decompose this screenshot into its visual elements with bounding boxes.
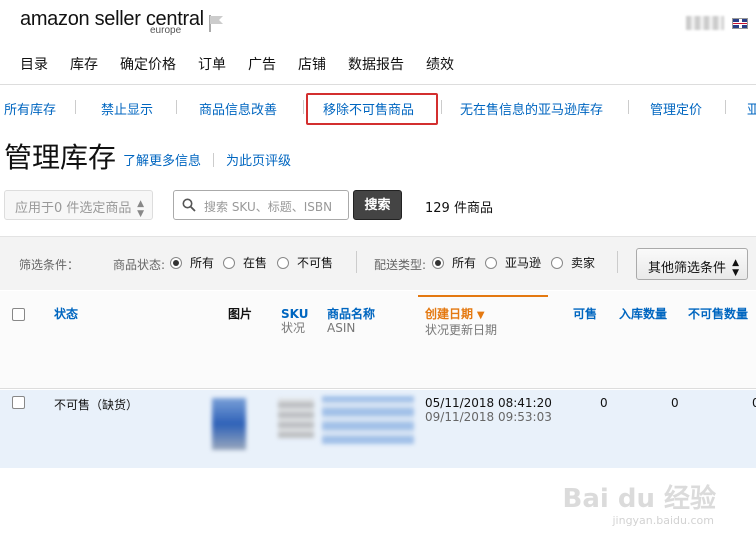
nav-advertising[interactable]: 广告 (248, 54, 276, 74)
subnav-divider (75, 100, 76, 114)
watermark-url: jingyan.baidu.com (612, 514, 714, 527)
sku-blurred (278, 398, 314, 438)
fulfill-option-all[interactable]: 所有 (432, 254, 476, 271)
sort-down-icon: ▼ (476, 310, 485, 321)
chevron-updown-icon: ▲ ▼ (732, 258, 739, 278)
fulfill-option-amazon[interactable]: 亚马逊 (485, 254, 541, 271)
watermark: Bai du 经验 (562, 484, 717, 514)
col-created-date[interactable]: 创建日期 ▼ 状况更新日期 (425, 307, 497, 337)
nav-performance[interactable]: 绩效 (426, 54, 454, 74)
fulfill-filter-label: 配送类型: (374, 258, 427, 272)
nav-pricing[interactable]: 确定价格 (120, 54, 176, 74)
logo-region: europe (150, 25, 182, 36)
subnav-stranded-inventory[interactable]: 无在售信息的亚马逊库存 (460, 99, 603, 118)
select-caret-icon: ▲ ▼ (137, 199, 144, 219)
status-option-active[interactable]: 在售 (223, 254, 267, 271)
radio-selected[interactable] (170, 256, 182, 269)
filter-divider (356, 251, 357, 273)
sort-active-indicator (418, 295, 548, 297)
amazon-logo[interactable]: amazon seller central europe (20, 8, 204, 38)
search-input[interactable]: 搜索 SKU、标题、ISBN (173, 190, 349, 220)
nav-catalog[interactable]: 目录 (20, 54, 48, 74)
more-filters-label: 其他筛选条件 (648, 261, 727, 276)
row-status: 不可售（缺货） (54, 398, 139, 412)
flag-icon[interactable] (207, 13, 225, 33)
radio-selected[interactable] (432, 256, 444, 269)
status-option-all-label: 所有 (190, 256, 215, 270)
subnav-manage-pricing[interactable]: 管理定价 (650, 99, 702, 118)
row-available: 0 (600, 396, 608, 410)
filter-bar: 筛选条件： 商品状态: 所有 在售 不可售 配送类型: 所有 亚马逊 卖家 其他… (0, 236, 756, 290)
col-unfulfillable[interactable]: 不可售数量 (688, 307, 748, 321)
nav-reports[interactable]: 数据报告 (348, 54, 404, 74)
status-option-active-label: 在售 (243, 256, 268, 270)
uk-flag-icon[interactable] (732, 17, 748, 29)
product-image-blurred[interactable] (212, 398, 246, 450)
subnav-divider (725, 100, 726, 114)
fulfill-option-seller[interactable]: 卖家 (551, 254, 595, 271)
table-header: 状态 图片 SKU 状况 商品名称 ASIN 创建日期 ▼ 状况更新日期 可售 入库数… (0, 291, 756, 389)
main-nav: 目录 库存 确定价格 订单 广告 店铺 数据报告 绩效 (0, 54, 454, 74)
highlight-annotation (306, 93, 438, 125)
subnav-more[interactable]: 亚 (747, 99, 756, 118)
rate-page-link[interactable]: 为此页评级 (226, 150, 291, 169)
nav-orders[interactable]: 订单 (198, 54, 226, 74)
item-count: 129 件商品 (425, 201, 493, 216)
filter-divider (617, 251, 618, 273)
filter-label: 筛选条件： (19, 258, 80, 272)
row-unfulfillable: 0 (752, 396, 756, 410)
col-sku[interactable]: SKU 状况 (281, 307, 308, 335)
nav-divider (0, 84, 756, 85)
status-option-all[interactable]: 所有 (170, 254, 214, 271)
fulfill-option-seller-label: 卖家 (571, 256, 596, 270)
learn-more-link[interactable]: 了解更多信息 (123, 150, 201, 169)
nav-inventory[interactable]: 库存 (70, 54, 98, 74)
product-name-blurred[interactable] (322, 396, 414, 444)
search-button[interactable]: 搜索 (353, 190, 402, 220)
nav-stores[interactable]: 店铺 (298, 54, 326, 74)
row-created-date: 05/11/2018 08:41:20 (425, 396, 552, 410)
subnav-divider (628, 100, 629, 114)
subnav-all-inventory[interactable]: 所有库存 (4, 99, 56, 118)
search-placeholder: 搜索 SKU、标题、ISBN (204, 200, 333, 214)
row-inbound: 0 (671, 396, 679, 410)
bulk-action-select[interactable]: 应用于0 件选定商品 ▲ ▼ (4, 190, 153, 220)
status-option-inactive-label: 不可售 (297, 256, 334, 270)
page-title: 管理库存 (4, 141, 117, 174)
subnav-listing-quality[interactable]: 商品信息改善 (199, 99, 277, 118)
search-icon (182, 198, 196, 212)
row-checkbox[interactable] (12, 396, 25, 409)
col-status[interactable]: 状态 (54, 307, 78, 321)
radio-unselected[interactable] (277, 256, 289, 269)
fulfill-option-amazon-label: 亚马逊 (505, 256, 542, 270)
link-divider (213, 152, 215, 167)
col-inbound[interactable]: 入库数量 (619, 307, 667, 321)
account-name-blurred[interactable] (686, 16, 724, 30)
account-area (686, 16, 748, 30)
title-links: 了解更多信息 为此页评级 (123, 150, 291, 169)
more-filters-button[interactable]: 其他筛选条件 ▲ ▼ (636, 248, 748, 280)
col-available[interactable]: 可售 (573, 307, 597, 321)
row-updated-date: 09/11/2018 09:53:03 (425, 410, 552, 424)
subnav-suppressed[interactable]: 禁止显示 (101, 99, 153, 118)
col-name[interactable]: 商品名称 ASIN (327, 307, 375, 335)
subnav-divider (303, 100, 304, 114)
radio-unselected[interactable] (223, 256, 235, 269)
col-image: 图片 (228, 307, 253, 321)
status-option-inactive[interactable]: 不可售 (277, 254, 333, 271)
table-row: 不可售（缺货） 05/11/2018 08:41:20 09/11/2018 0… (0, 390, 756, 468)
select-all-checkbox[interactable] (12, 308, 25, 321)
radio-unselected[interactable] (551, 256, 563, 269)
fulfill-option-all-label: 所有 (452, 256, 477, 270)
subnav-divider (441, 100, 442, 114)
bulk-action-label: 应用于0 件选定商品 (15, 201, 132, 216)
subnav-divider (176, 100, 177, 114)
radio-unselected[interactable] (485, 256, 497, 269)
status-filter-label: 商品状态: (113, 258, 166, 272)
